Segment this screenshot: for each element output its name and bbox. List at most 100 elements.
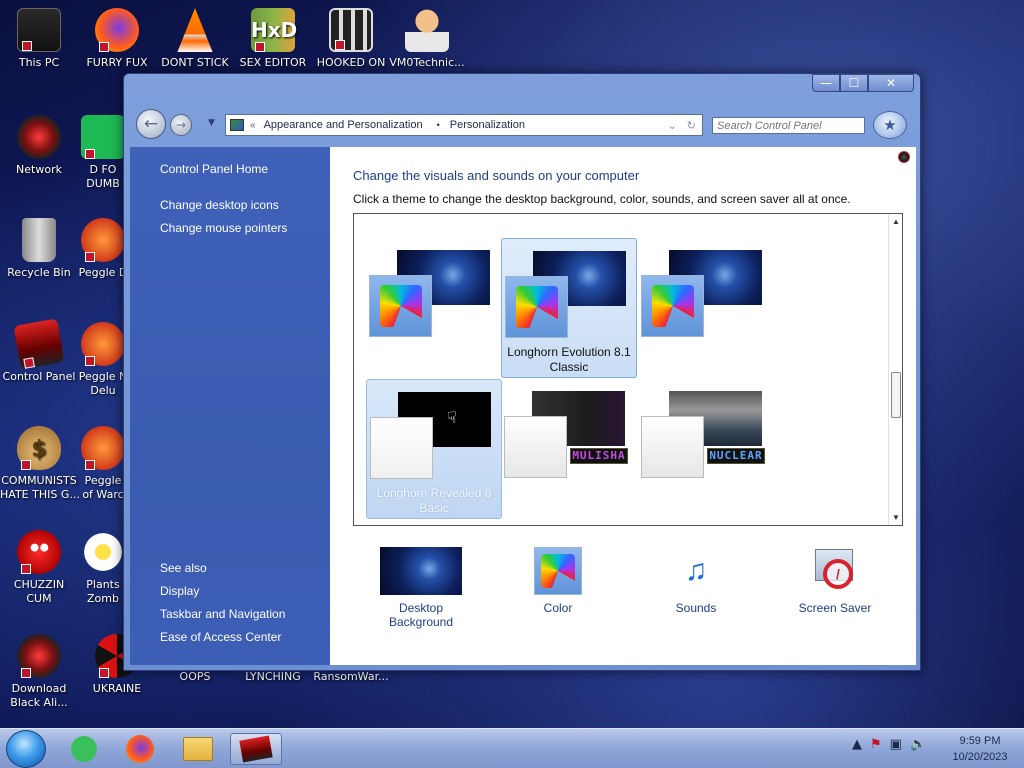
taskbar-app-control-panel[interactable] bbox=[230, 733, 282, 765]
desktop-icon-network[interactable]: Network bbox=[0, 115, 78, 177]
icon-label: CHUZZIN CUM bbox=[13, 578, 65, 605]
chevron-down-icon[interactable]: ⌄ bbox=[668, 119, 677, 132]
icon-label: Network bbox=[16, 163, 62, 176]
action-center-flag-icon[interactable]: ⚑ bbox=[870, 737, 882, 752]
sidebar-link-change-desktop-icons[interactable]: Change desktop icons bbox=[160, 198, 279, 212]
desktop-icon-hooked-on[interactable]: HOOKED ON bbox=[312, 8, 390, 70]
desktop-icon-communists[interactable]: $ COMMUNISTS HATE THIS G... bbox=[0, 426, 80, 502]
personalization-window: — ☐ ✕ ← → ▼ « Appearance and Personaliza… bbox=[123, 73, 921, 671]
desktop-icon-download[interactable]: Download Black Ali... bbox=[0, 634, 78, 710]
sounds-button[interactable]: ♫ Sounds bbox=[656, 547, 736, 615]
theme-color-swatch bbox=[504, 416, 567, 478]
theme-item[interactable]: NUCLEAR bbox=[638, 379, 774, 519]
theme-list[interactable]: Longhorn Evolution 8.1 Classic ☟ Longhor… bbox=[353, 213, 903, 526]
theme-item[interactable] bbox=[366, 238, 502, 378]
breadcrumb-personalization[interactable]: Personalization bbox=[450, 119, 525, 131]
desktop-icon-recycle-bin[interactable]: Recycle Bin bbox=[0, 218, 78, 280]
see-also-title: See also bbox=[160, 561, 207, 575]
taskbar-app-explorer[interactable] bbox=[172, 733, 224, 765]
desktop-icon-chuzzin[interactable]: CHUZZIN CUM bbox=[0, 530, 78, 606]
desktop-icon-dont-stick[interactable]: DONT STICK bbox=[156, 8, 234, 70]
sounds-label: Sounds bbox=[675, 601, 717, 615]
back-button[interactable]: ← bbox=[136, 109, 166, 139]
address-bar[interactable]: « Appearance and Personalization • Perso… bbox=[225, 114, 703, 136]
recent-pages-dropdown[interactable]: ▼ bbox=[208, 118, 215, 128]
start-button[interactable] bbox=[6, 730, 46, 768]
scroll-up-icon[interactable]: ▲ bbox=[892, 217, 900, 226]
sidebar-link-ease-of-access[interactable]: Ease of Access Center bbox=[160, 630, 281, 644]
page-subtitle: Click a theme to change the desktop back… bbox=[353, 192, 851, 206]
forward-button[interactable]: → bbox=[170, 114, 192, 136]
search-button[interactable]: ★ bbox=[873, 111, 907, 139]
desktop-icon-dfo[interactable]: D FO DUMB bbox=[78, 115, 128, 191]
theme-item-selected[interactable]: Longhorn Evolution 8.1 Classic bbox=[501, 238, 637, 378]
theme-list-scrollbar[interactable]: ▲ ▼ bbox=[888, 214, 902, 525]
desktop-icon-plants[interactable]: Plants Zomb bbox=[78, 530, 128, 606]
technician-icon bbox=[405, 8, 449, 52]
breadcrumb-overflow[interactable]: « bbox=[250, 120, 256, 131]
icon-label: LYNCHING bbox=[245, 670, 301, 683]
arrow-left-icon: ← bbox=[143, 114, 159, 134]
maximize-button[interactable]: ☐ bbox=[840, 74, 868, 92]
volume-icon[interactable]: 🔈 bbox=[910, 737, 926, 752]
chevron-down-icon: ▼ bbox=[208, 118, 215, 128]
icon-label: Download Black Ali... bbox=[10, 682, 68, 709]
sidebar-link-control-panel-home[interactable]: Control Panel Home bbox=[160, 162, 268, 176]
search-input[interactable] bbox=[712, 117, 865, 134]
theme-logo-tag: NUCLEAR bbox=[707, 448, 765, 464]
folder-icon bbox=[183, 737, 213, 761]
scroll-thumb[interactable] bbox=[891, 372, 901, 418]
clock-date: 10/20/2023 bbox=[952, 751, 1008, 763]
desktop-icon-vm0technic[interactable]: VM0Technic... bbox=[388, 8, 466, 70]
firefox-icon bbox=[95, 8, 139, 52]
breadcrumb-appearance[interactable]: Appearance and Personalization bbox=[264, 119, 423, 131]
theme-color-swatch bbox=[370, 417, 433, 479]
desktop-icon-sex-editor[interactable]: HxD SEX EDITOR bbox=[234, 8, 312, 70]
icon-label: Peggle of Warc bbox=[82, 474, 124, 501]
network-icon bbox=[17, 115, 61, 159]
window-controls: — ☐ ✕ bbox=[812, 74, 914, 92]
theme-item[interactable]: MULISHA bbox=[501, 379, 637, 519]
desktop-icon-control-panel[interactable]: Control Panel bbox=[0, 318, 78, 384]
peggle-icon bbox=[81, 218, 125, 262]
theme-color-swatch bbox=[641, 416, 704, 478]
taskbar-app-firefox[interactable] bbox=[114, 733, 166, 765]
content-pane: Change the visuals and sounds on your co… bbox=[330, 147, 916, 665]
desktop-icon-peggle-war[interactable]: Peggle of Warc bbox=[78, 426, 128, 502]
system-clock[interactable]: 9:59 PM 10/20/2023 bbox=[940, 733, 1020, 765]
music-notes-icon: ♫ bbox=[684, 554, 708, 587]
tray-expand-icon[interactable]: ▲ bbox=[852, 737, 862, 752]
screen-saver-button[interactable]: / Screen Saver bbox=[790, 547, 880, 615]
icon-label: This PC bbox=[18, 56, 60, 69]
minimize-button[interactable]: — bbox=[812, 74, 840, 92]
color-button[interactable]: Color bbox=[518, 547, 598, 615]
theme-item-hovered[interactable]: ☟ Longhorn Revealed 8 Basic bbox=[366, 379, 502, 519]
scroll-down-icon[interactable]: ▼ bbox=[892, 513, 900, 522]
color-fan-icon bbox=[379, 285, 422, 327]
spotify-icon bbox=[81, 115, 125, 159]
help-icon[interactable] bbox=[898, 151, 910, 163]
sidebar-link-taskbar-navigation[interactable]: Taskbar and Navigation bbox=[160, 607, 285, 621]
desktop-icon-oops[interactable]: OOPS bbox=[156, 670, 234, 684]
address-controls: ⌄ ↻ bbox=[668, 119, 702, 132]
desktop-icon-this-pc[interactable]: This PC bbox=[0, 8, 78, 70]
refresh-icon[interactable]: ↻ bbox=[687, 119, 696, 132]
theme-color-swatch bbox=[369, 275, 432, 337]
sidebar-link-change-mouse-pointers[interactable]: Change mouse pointers bbox=[160, 221, 287, 235]
taskbar-app-notes[interactable] bbox=[58, 733, 110, 765]
desktop-icon-furry-fux[interactable]: FURRY FUX bbox=[78, 8, 156, 70]
desktop-icon-peggle-d[interactable]: Peggle D bbox=[78, 218, 128, 280]
color-fan-icon bbox=[651, 285, 694, 327]
icon-label: FURRY FUX bbox=[86, 56, 148, 69]
desktop-icon-lynching[interactable]: LYNCHING bbox=[234, 670, 312, 684]
chuzzle-icon bbox=[17, 530, 61, 574]
clock-time: 9:59 PM bbox=[959, 735, 1001, 747]
desktop-icon-peggle-n[interactable]: Peggle N Delu bbox=[78, 322, 128, 398]
theme-item[interactable] bbox=[638, 238, 774, 378]
sidebar-link-display[interactable]: Display bbox=[160, 584, 199, 598]
network-tray-icon[interactable]: ▣ bbox=[890, 737, 902, 752]
maze-icon bbox=[329, 8, 373, 52]
desktop-background-button[interactable]: Desktop Background bbox=[366, 547, 476, 629]
desktop-icon-ransomware[interactable]: RansomWar... bbox=[312, 670, 390, 684]
close-button[interactable]: ✕ bbox=[868, 74, 914, 92]
